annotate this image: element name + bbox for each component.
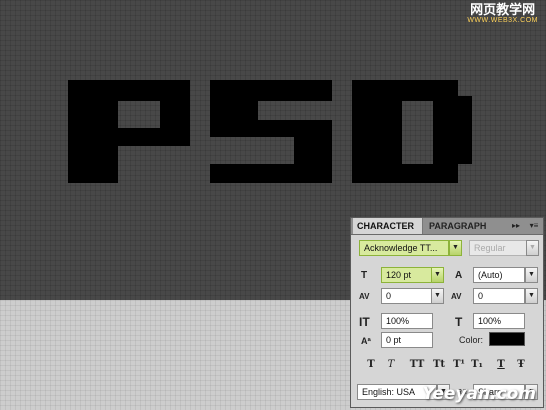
tab-paragraph[interactable]: PARAGRAPH <box>425 218 487 234</box>
small-caps-button[interactable]: Tt <box>430 359 448 370</box>
tab-character[interactable]: CHARACTER <box>353 218 423 234</box>
leading-field[interactable]: (Auto) <box>473 267 525 283</box>
baseline-shift-icon: Aª <box>361 336 371 346</box>
font-family-field[interactable]: Acknowledge TT... <box>359 240 449 256</box>
horizontal-scale-icon: T <box>455 315 463 329</box>
color-label: Color: <box>459 335 484 345</box>
vertical-scale-icon: IT <box>359 315 370 329</box>
kerning-field[interactable]: 0 <box>381 288 433 304</box>
character-panel: CHARACTER PARAGRAPH ▸▸ ▾≡ Acknowledge TT… <box>350 217 544 408</box>
tracking-dropdown[interactable]: ▼ <box>525 288 538 304</box>
font-style-field: Regular <box>469 240 527 256</box>
font-size-dropdown[interactable]: ▼ <box>431 267 444 283</box>
kerning-dropdown[interactable]: ▼ <box>431 288 444 304</box>
panel-tabbar: CHARACTER PARAGRAPH ▸▸ ▾≡ <box>351 218 543 235</box>
strikethrough-button[interactable]: Ŧ <box>514 359 528 370</box>
vertical-scale-field[interactable]: 100% <box>381 313 433 329</box>
leading-icon: A <box>455 270 463 281</box>
watermark-top-line2: WWW.WEB3X.COM <box>467 17 538 24</box>
faux-bold-button[interactable]: T <box>364 359 378 370</box>
watermark-bottom: Yeeyan.com <box>422 384 536 404</box>
font-style-dropdown: ▼ <box>526 240 539 256</box>
font-family-dropdown[interactable]: ▼ <box>449 240 462 256</box>
font-size-field[interactable]: 120 pt <box>381 267 437 283</box>
watermark-top-line1: 网页教学网 <box>470 3 536 18</box>
letter-d <box>352 80 472 183</box>
all-caps-button[interactable]: TT <box>408 359 426 370</box>
superscript-button[interactable]: T¹ <box>452 359 466 370</box>
subscript-button[interactable]: T₁ <box>470 359 484 370</box>
baseline-shift-field[interactable]: 0 pt <box>381 332 433 348</box>
horizontal-scale-field[interactable]: 100% <box>473 313 525 329</box>
kerning-icon: AV <box>359 292 370 301</box>
color-swatch[interactable] <box>489 332 525 346</box>
letter-p <box>68 80 190 183</box>
leading-dropdown[interactable]: ▼ <box>525 267 538 283</box>
font-size-icon: T <box>361 270 368 281</box>
watermark-top: 网页教学网 WWW.WEB3X.COM <box>467 4 538 24</box>
faux-italic-button[interactable]: T <box>384 359 398 370</box>
tracking-field[interactable]: 0 <box>473 288 525 304</box>
letter-s <box>210 80 332 183</box>
collapse-icon[interactable]: ▸▸ <box>509 220 523 232</box>
tracking-icon: AV <box>451 292 462 301</box>
underline-button[interactable]: T <box>494 359 508 370</box>
panel-menu-icon[interactable]: ▾≡ <box>527 220 541 232</box>
